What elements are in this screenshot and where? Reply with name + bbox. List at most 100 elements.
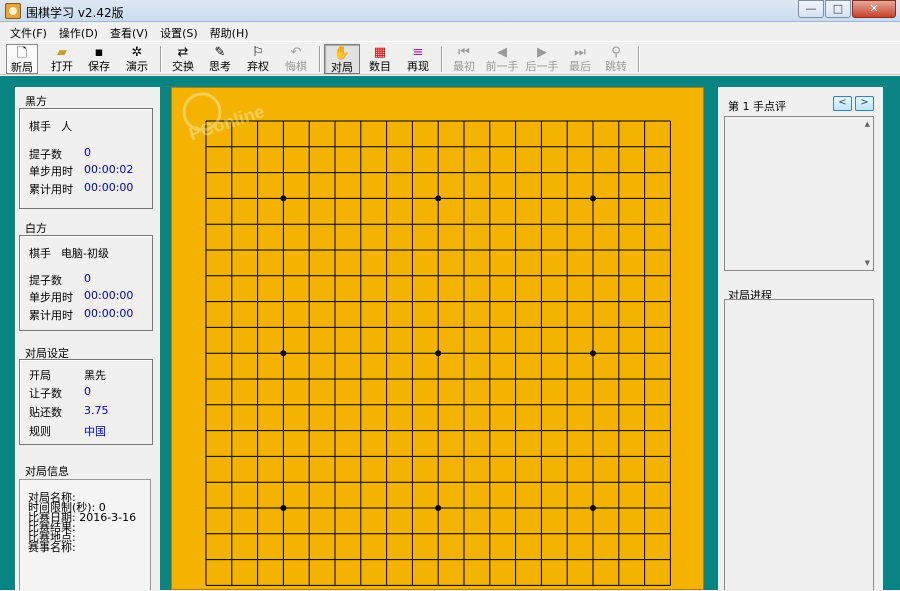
rules-label: 规则	[29, 425, 51, 438]
scroll-up-arrow-icon[interactable]: ▲	[865, 120, 870, 128]
replay-button[interactable]: ≡ 再现	[400, 44, 436, 74]
white-player-value: 电脑-初级	[61, 247, 109, 260]
info-line: 赛事名称:	[28, 541, 76, 554]
close-button[interactable]: ✕	[852, 0, 896, 18]
save-button[interactable]: ▪ 保存	[81, 44, 117, 74]
think-button[interactable]: ✎ 思考	[202, 44, 238, 74]
white-total-time-label: 累计用时	[29, 309, 73, 322]
demo-button[interactable]: ✲ 演示	[119, 44, 155, 74]
settings-group: 开局 黑先 让子数 0 贴还数 3.75 规则 中国	[19, 359, 153, 445]
go-board[interactable]: PConline	[171, 87, 704, 590]
board-grid[interactable]	[172, 88, 705, 591]
opening-label: 开局	[29, 369, 51, 382]
menu-file[interactable]: 文件(F)	[4, 22, 53, 41]
pconline-watermark: PConline	[182, 92, 267, 144]
count-icon: ▦	[373, 45, 387, 60]
opening-value: 黑先	[84, 369, 106, 382]
jump-button[interactable]: ⚲ 跳转	[598, 44, 634, 74]
toolbar-separator	[319, 46, 321, 72]
comment-textarea[interactable]: ▲ ▼	[724, 116, 874, 271]
demo-icon: ✲	[131, 45, 143, 60]
title-bar: 围棋学习 v2.42版 — □ ✕	[0, 0, 900, 22]
svg-text:PConline: PConline	[187, 101, 267, 144]
star-point	[435, 350, 442, 357]
window-title: 围棋学习 v2.42版	[26, 6, 124, 20]
new-game-button[interactable]: 🗋 新局	[6, 44, 38, 74]
white-player-label: 棋手	[29, 247, 51, 260]
white-captures-label: 提子数	[29, 274, 62, 287]
play-button[interactable]: ✋ 对局	[324, 44, 360, 74]
komi-label: 贴还数	[29, 406, 62, 419]
white-group: 棋手 电脑-初级 提子数 0 单步用时 00:00:00 累计用时 00:00:…	[19, 235, 153, 331]
maximize-button[interactable]: □	[825, 0, 851, 18]
toolbar-separator	[441, 46, 443, 72]
first-move-button[interactable]: ⏮ 最初	[446, 44, 482, 74]
hand-icon: ✋	[333, 46, 351, 61]
prev-move-button[interactable]: ◀ 前一手	[482, 44, 522, 74]
game-info-box: 对局名称: 时间限制(秒): 0 比赛日期: 2016-3-16 比赛结果: 比…	[19, 479, 151, 590]
star-point	[280, 505, 287, 511]
menu-help[interactable]: 帮助(H)	[204, 22, 255, 41]
floppy-icon: ▪	[94, 45, 104, 60]
menu-bar: 文件(F) 操作(D) 查看(V) 设置(S) 帮助(H)	[0, 22, 900, 41]
scroll-down-arrow-icon[interactable]: ▼	[865, 259, 870, 267]
black-player-label: 棋手	[29, 120, 51, 133]
last-icon: ⏭	[574, 45, 586, 60]
black-group-title: 黑方	[25, 95, 47, 108]
game-progress-box	[724, 299, 874, 590]
star-point	[590, 505, 596, 511]
menu-view[interactable]: 查看(V)	[104, 22, 154, 41]
white-captures-value: 0	[84, 272, 91, 285]
comment-next-button[interactable]: >	[855, 96, 874, 111]
first-icon: ⏮	[458, 45, 470, 60]
main-area: 黑方 棋手 人 提子数 0 单步用时 00:00:02 累计用时 00:00:0…	[0, 76, 900, 590]
next-icon: ▶	[537, 45, 547, 60]
undo-icon: ↶	[290, 45, 302, 60]
right-panel: 第 1 手点评 < > ▲ ▼ 对局进程	[718, 87, 883, 590]
black-group: 棋手 人 提子数 0 单步用时 00:00:02 累计用时 00:00:00	[19, 108, 153, 209]
black-captures-label: 提子数	[29, 148, 62, 161]
star-point	[280, 350, 287, 357]
resign-button[interactable]: ⚐ 弃权	[240, 44, 276, 74]
star-point	[280, 195, 287, 202]
prev-icon: ◀	[497, 45, 507, 60]
star-point	[435, 195, 442, 202]
menu-settings[interactable]: 设置(S)	[154, 22, 204, 41]
toolbar-separator	[638, 46, 640, 72]
black-player-value: 人	[61, 120, 72, 133]
comment-prev-button[interactable]: <	[833, 96, 852, 111]
last-move-button[interactable]: ⏭ 最后	[562, 44, 598, 74]
white-total-time-value: 00:00:00	[84, 307, 134, 320]
open-button[interactable]: ▰ 打开	[44, 44, 80, 74]
menu-operate[interactable]: 操作(D)	[53, 22, 104, 41]
info-group-title: 对局信息	[25, 465, 69, 478]
black-step-time-label: 单步用时	[29, 165, 73, 178]
toolbar: 🗋 新局 ▰ 打开 ▪ 保存 ✲ 演示 ⇄ 交换 ✎ 思考 ⚐ 弃权 ↶ 悔棋 ✋ 对局 ▦ 数目 …	[0, 41, 900, 75]
star-point	[435, 505, 442, 511]
left-panel: 黑方 棋手 人 提子数 0 单步用时 00:00:02 累计用时 00:00:0…	[15, 87, 160, 590]
replay-icon: ≡	[412, 45, 424, 60]
handicap-value: 0	[84, 385, 91, 398]
swap-button[interactable]: ⇄ 交换	[165, 44, 201, 74]
black-captures-value: 0	[84, 146, 91, 159]
white-group-title: 白方	[25, 222, 47, 235]
rules-value: 中国	[84, 425, 106, 438]
star-point	[590, 350, 596, 357]
new-file-icon: 🗋	[16, 46, 28, 61]
toolbar-separator	[160, 46, 162, 72]
star-point	[590, 195, 596, 202]
undo-button[interactable]: ↶ 悔棋	[278, 44, 314, 74]
binoculars-icon: ⚲	[611, 45, 621, 60]
folder-icon: ▰	[57, 45, 67, 60]
black-total-time-label: 累计用时	[29, 183, 73, 196]
swap-icon: ⇄	[177, 45, 189, 60]
comment-title: 第 1 手点评	[728, 100, 786, 113]
think-icon: ✎	[214, 45, 226, 60]
black-total-time-value: 00:00:00	[84, 181, 134, 194]
app-icon	[5, 3, 21, 19]
count-button[interactable]: ▦ 数目	[362, 44, 398, 74]
window-controls: — □ ✕	[797, 0, 896, 18]
black-step-time-value: 00:00:02	[84, 163, 134, 176]
next-move-button[interactable]: ▶ 后一手	[522, 44, 562, 74]
minimize-button[interactable]: —	[798, 0, 824, 18]
